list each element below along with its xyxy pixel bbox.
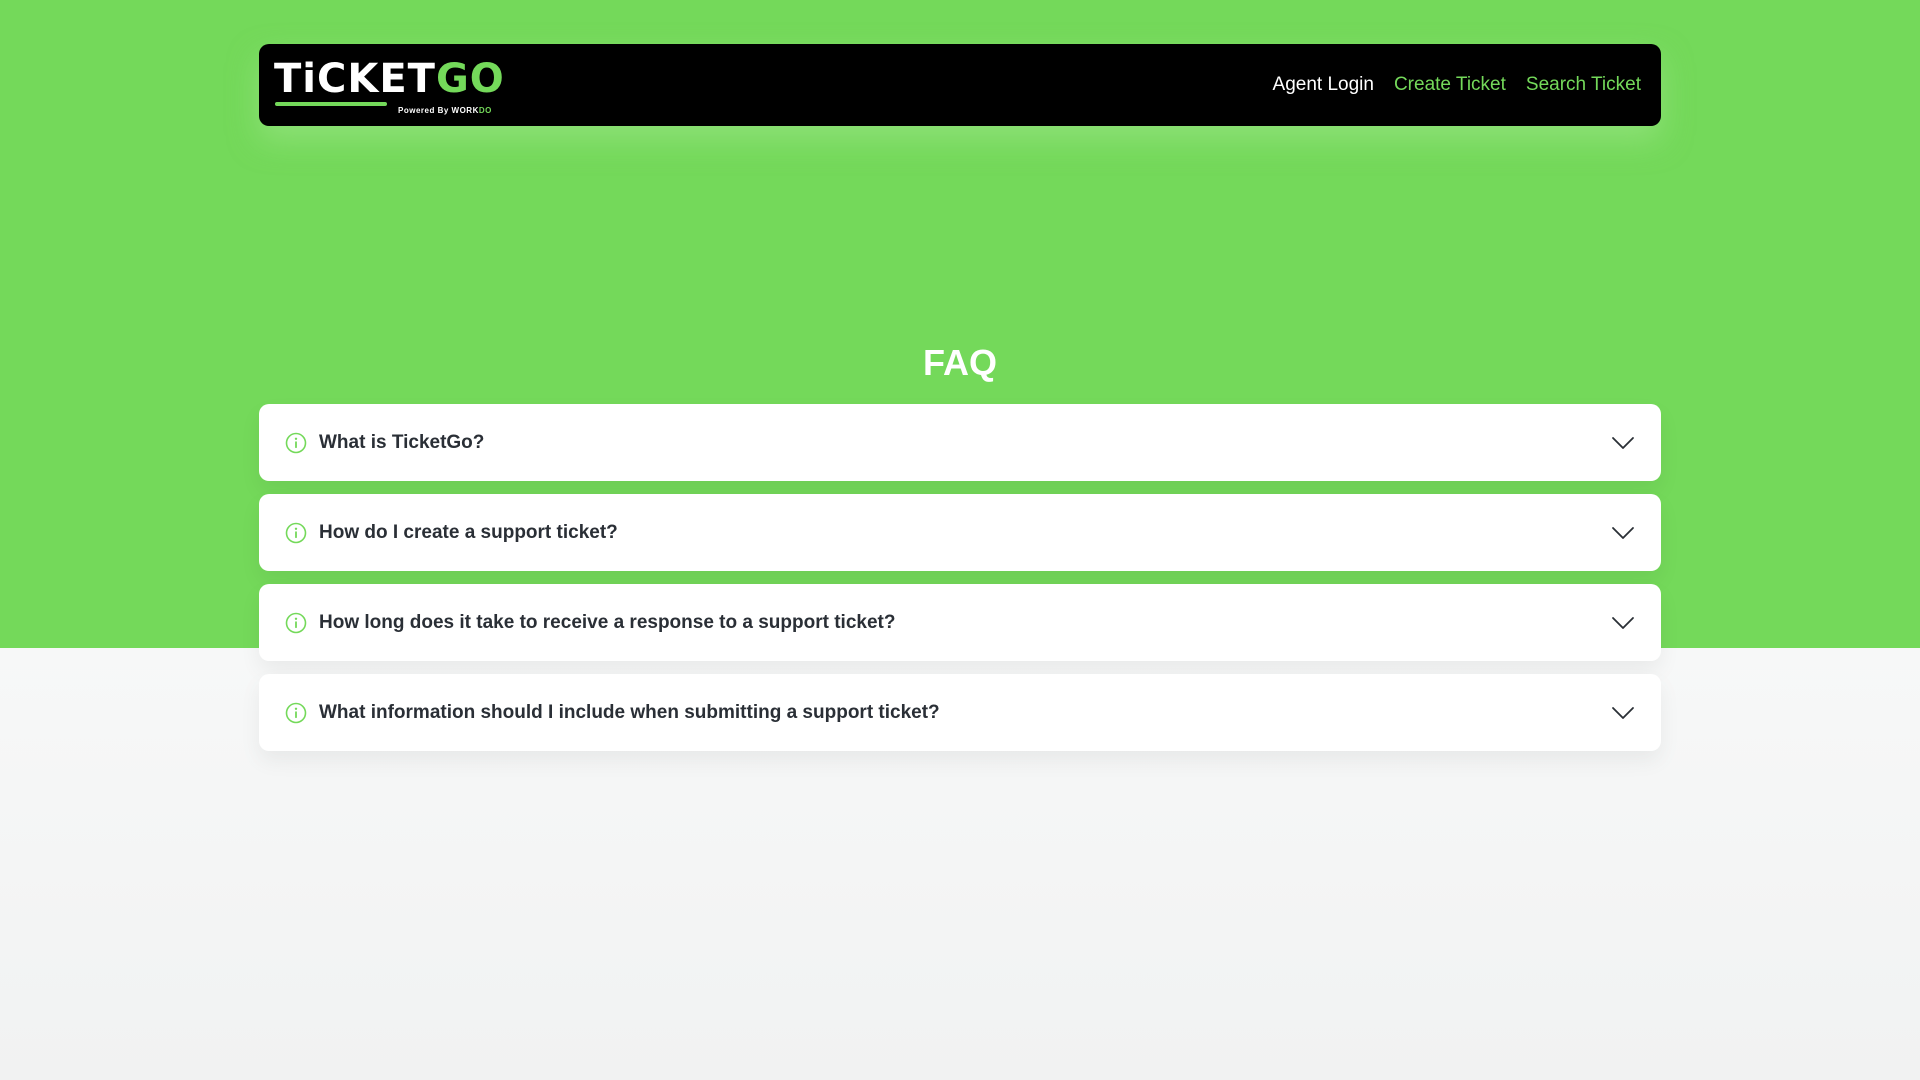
faq-question: What information should I include when s… (319, 701, 940, 723)
nav-agent-login[interactable]: Agent Login (1273, 74, 1374, 96)
ticketgo-logo[interactable]: TiCKETGO Powered By WORKDO (274, 53, 504, 117)
faq-item[interactable]: How do I create a support ticket? (259, 494, 1661, 571)
chevron-down-icon[interactable] (1611, 611, 1635, 635)
logo-underline (275, 102, 387, 106)
faq-question: How do I create a support ticket? (319, 521, 618, 543)
faq-question: What is TicketGo? (319, 431, 485, 453)
chevron-down-icon[interactable] (1611, 701, 1635, 725)
info-icon (285, 432, 307, 454)
logo-wordmark: TiCKETGO (274, 56, 505, 102)
faq-item[interactable]: How long does it take to receive a respo… (259, 584, 1661, 661)
faq-title: FAQ (922, 342, 997, 383)
faq-item[interactable]: What is TicketGo? (259, 404, 1661, 481)
navbar: TiCKETGO Powered By WORKDO Agent Login C… (259, 44, 1661, 126)
chevron-down-icon[interactable] (1611, 521, 1635, 545)
faq-item-left: What is TicketGo? (285, 432, 484, 454)
nav-create-ticket[interactable]: Create Ticket (1394, 74, 1506, 96)
faq-item[interactable]: What information should I include when s… (259, 674, 1661, 751)
nav-search-ticket[interactable]: Search Ticket (1526, 74, 1641, 96)
faq-accordion: What is TicketGo? How do I create a supp… (259, 404, 1661, 751)
logo-powered-by: Powered By WORKDO (398, 106, 492, 115)
faq-item-left: What information should I include when s… (285, 702, 940, 724)
chevron-down-icon[interactable] (1611, 431, 1635, 455)
info-icon (285, 522, 307, 544)
faq-question: How long does it take to receive a respo… (319, 611, 896, 633)
info-icon (285, 702, 307, 724)
nav-links: Agent Login Create Ticket Search Ticket (1273, 74, 1641, 96)
info-icon (285, 612, 307, 634)
faq-item-left: How do I create a support ticket? (285, 522, 618, 544)
faq-item-left: How long does it take to receive a respo… (285, 612, 895, 634)
